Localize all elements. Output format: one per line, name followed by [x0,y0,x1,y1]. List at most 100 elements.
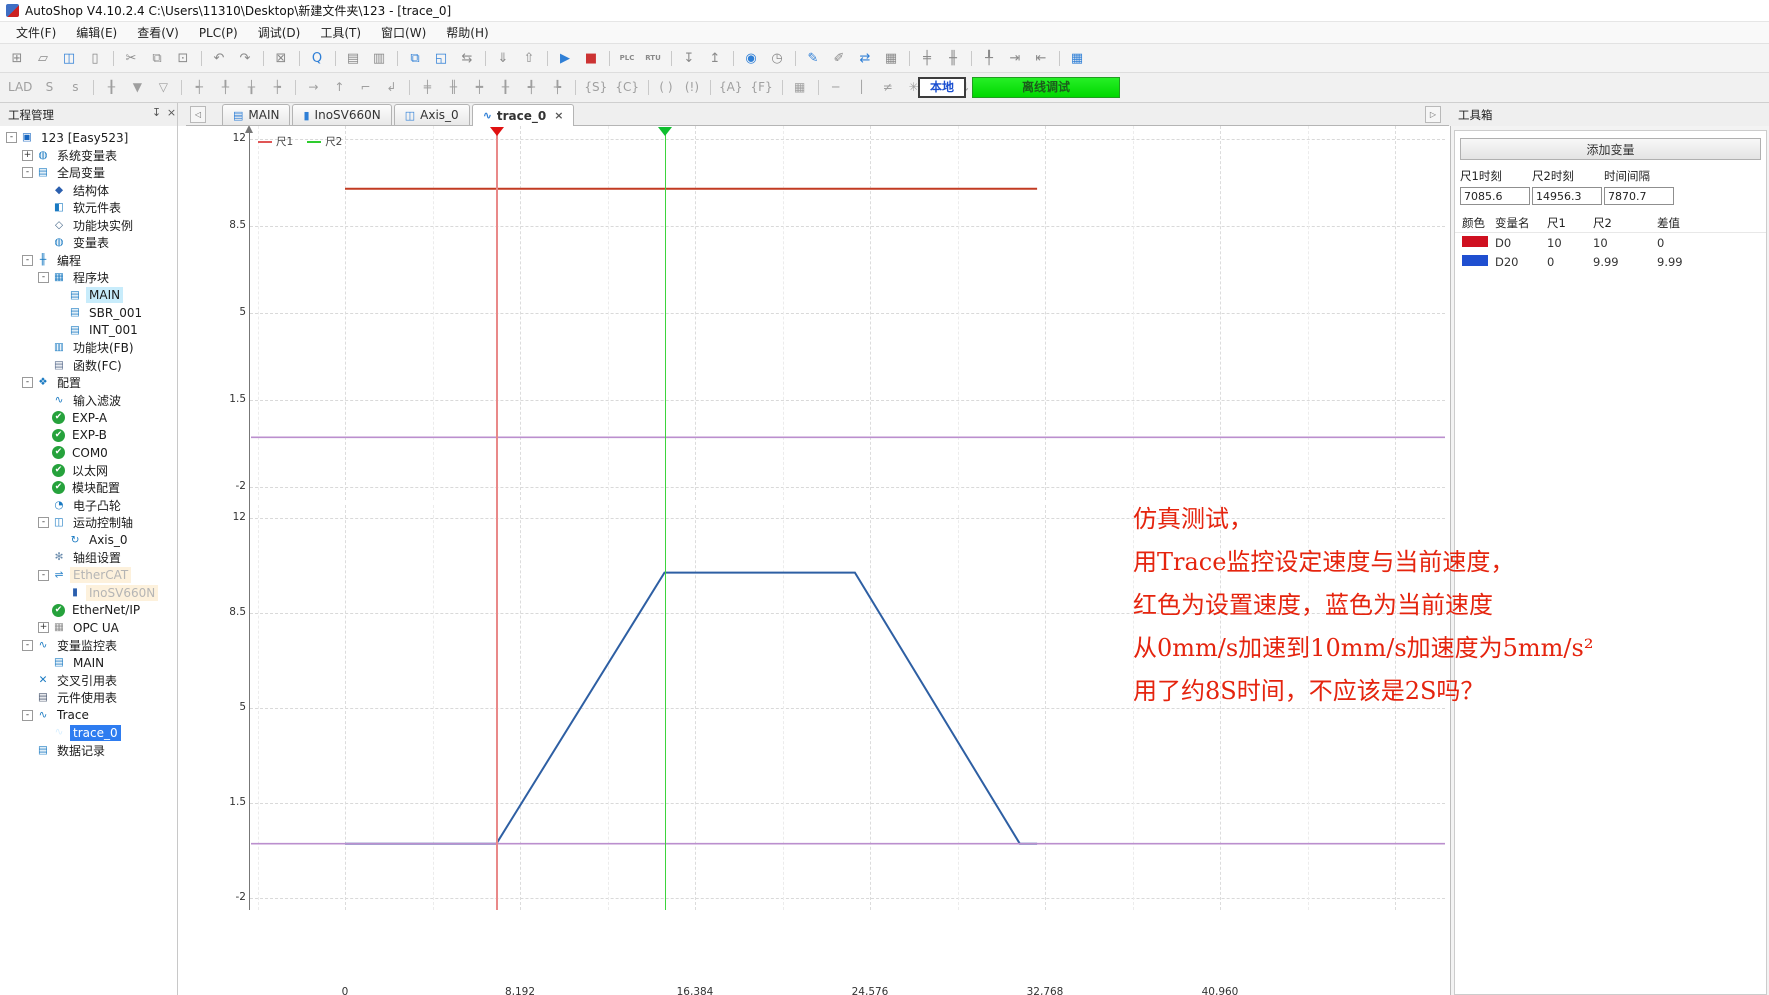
line-right-button[interactable]: → [301,76,325,99]
expander-icon[interactable] [38,465,49,476]
tree-item-motion-axes[interactable]: - ◫ 运动控制轴 [0,514,177,532]
st-editor-button[interactable]: s [63,76,87,99]
tree-item-config[interactable]: - ❖ 配置 [0,374,177,392]
tree-item-ethernet[interactable]: ✔ 以太网 [0,462,177,480]
tab-trace-0[interactable]: ∿ trace_0 × [472,104,575,126]
expander-icon[interactable] [38,500,49,511]
tree-item-exp-a[interactable]: ✔ EXP-A [0,409,177,427]
menu-window[interactable]: 窗口(W) [371,22,436,43]
expander-icon[interactable] [54,587,65,598]
tab-close-icon[interactable]: × [554,109,563,122]
expander-icon[interactable] [38,342,49,353]
expander-icon[interactable]: - [22,710,33,721]
expander-icon[interactable] [38,202,49,213]
expander-icon[interactable] [22,692,33,703]
link-button[interactable]: ⇆ [455,47,479,70]
cascade-windows-button[interactable]: ⧉ [403,47,427,70]
table-row[interactable]: D20 0 9.99 9.99 [1455,252,1766,271]
tree-item-data-log[interactable]: ▤ 数据记录 [0,742,177,760]
menu-tools[interactable]: 工具(T) [310,22,371,43]
jump-start-button[interactable]: ⇤ [1029,47,1053,70]
contact-no-button[interactable]: ╪ [415,76,439,99]
count-coil-button[interactable]: {C} [612,76,642,99]
edit-button[interactable]: ✐ [827,47,851,70]
tab-scroll-left-button[interactable]: ◁ [190,106,206,123]
expander-icon[interactable] [54,535,65,546]
expander-icon[interactable] [38,220,49,231]
tree-item-exp-b[interactable]: ✔ EXP-B [0,427,177,445]
menu-file[interactable]: 文件(F) [6,22,66,43]
ruler2-cursor-marker[interactable] [658,127,672,136]
plot-set-velocity[interactable] [250,126,1445,500]
undo-button[interactable]: ↶ [207,47,231,70]
tab-axis-0[interactable]: ◫ Axis_0 [394,104,470,125]
delete-button[interactable]: ⊠ [269,47,293,70]
contact-p-button[interactable]: ┿ [467,76,491,99]
out-not-coil-button[interactable]: (!) [680,76,704,99]
tree-item-ecam[interactable]: ◔ 电子凸轮 [0,497,177,515]
compile-button[interactable]: ⇓ [491,47,515,70]
expander-icon[interactable]: - [38,570,49,581]
tree-item-watch-main[interactable]: ▤ MAIN [0,654,177,672]
contact-rise-button[interactable]: ╃ [519,76,543,99]
expander-icon[interactable]: + [22,150,33,161]
find-button[interactable]: Q [305,47,329,70]
tree-item-fc[interactable]: ▤ 函数(FC) [0,357,177,375]
compare-button[interactable]: ≠ [876,76,900,99]
tree-item-device-table[interactable]: ◧ 软元件表 [0,199,177,217]
write-button[interactable]: ✎ [801,47,825,70]
monitor-button[interactable]: ◉ [739,47,763,70]
tree-item-struct[interactable]: ◆ 结构体 [0,182,177,200]
vline-button[interactable]: │ [850,76,874,99]
upload-plc-button[interactable]: ↥ [703,47,727,70]
expander-icon[interactable]: - [6,132,17,143]
tree-item-fb[interactable]: ▥ 功能块(FB) [0,339,177,357]
tree-item-trace[interactable]: - ∿ Trace [0,707,177,725]
tree-item-int-001[interactable]: ▤ INT_001 [0,322,177,340]
contact-n-button[interactable]: ╂ [493,76,517,99]
tree-item-var-table[interactable]: ◍ 变量表 [0,234,177,252]
expander-icon[interactable] [38,360,49,371]
out-coil-button[interactable]: ( ) [654,76,678,99]
expander-icon[interactable] [38,395,49,406]
save-button[interactable]: ◫ [57,47,81,70]
run-button[interactable]: ▶ [553,47,577,70]
expander-icon[interactable]: - [22,255,33,266]
sfc-editor-button[interactable]: S [37,76,61,99]
contact-button[interactable]: ╂ [99,76,123,99]
tree-item-input-filter[interactable]: ∿ 输入滤波 [0,392,177,410]
grid-view-button[interactable]: ▦ [1065,47,1089,70]
cut-button[interactable]: ✂ [119,47,143,70]
ruler2-cursor[interactable] [665,128,667,910]
expander-icon[interactable] [38,605,49,616]
contact-nc-button[interactable]: ╫ [441,76,465,99]
expander-icon[interactable] [38,482,49,493]
expander-icon[interactable] [38,412,49,423]
expander-icon[interactable] [38,447,49,458]
tree-item-opc-ua[interactable]: + ▦ OPC UA [0,619,177,637]
expander-icon[interactable]: + [38,622,49,633]
jump-end-button[interactable]: ⇥ [1003,47,1027,70]
branch-up-button[interactable]: ╀ [213,76,237,99]
func-instr-button[interactable]: {F} [747,76,775,99]
paste-button[interactable]: ⊡ [171,47,195,70]
open-button[interactable]: ▱ [31,47,55,70]
branch-open-button[interactable]: ┽ [187,76,211,99]
rtu-mode-button[interactable]: RTU [641,47,665,70]
menu-debug[interactable]: 调试(D) [248,22,311,43]
device-table-button[interactable]: ▦ [879,47,903,70]
stop-button[interactable]: ■ [579,47,603,70]
tree-item-ethernet-ip[interactable]: ✔ EtherNet/IP [0,602,177,620]
coil-button[interactable]: ▼ [125,76,149,99]
expander-icon[interactable]: - [22,377,33,388]
expander-icon[interactable] [22,675,33,686]
expander-icon[interactable] [38,727,49,738]
print-button[interactable]: ▤ [341,47,365,70]
expander-icon[interactable] [38,237,49,248]
time-interval-field[interactable] [1604,187,1674,205]
add-variable-button[interactable]: 添加变量 [1460,138,1761,160]
tree-item-axis-0[interactable]: ↻ Axis_0 [0,532,177,550]
pin-icon[interactable]: ↧ [150,106,163,121]
save-as-button[interactable]: ▯ [83,47,107,70]
line-corner-button[interactable]: ⌐ [353,76,377,99]
